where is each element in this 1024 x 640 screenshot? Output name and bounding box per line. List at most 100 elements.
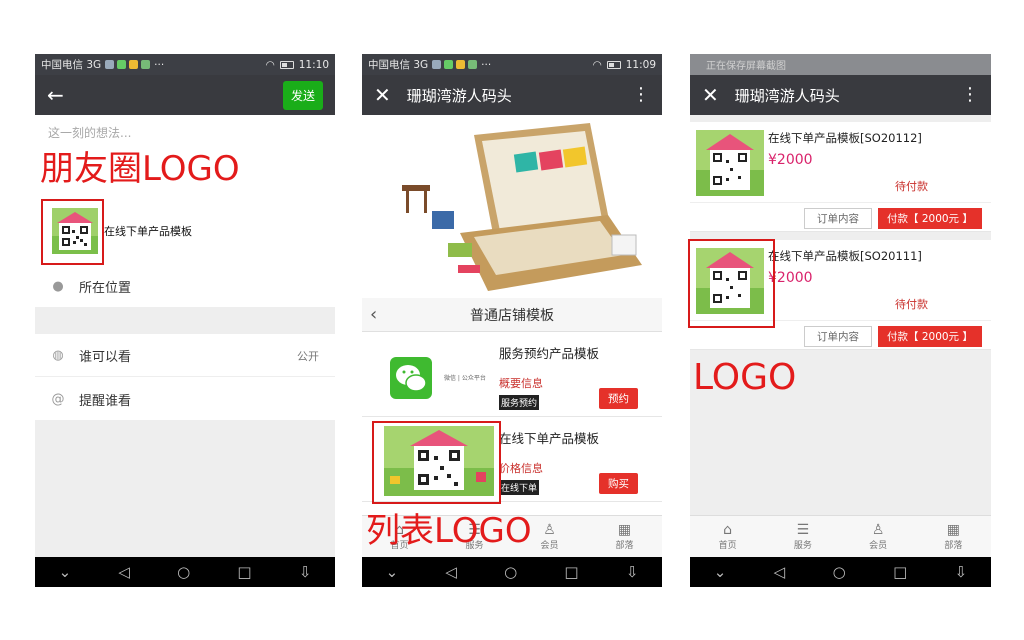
order-card[interactable]: 在线下单产品模板[SO20111] ¥2000 待付款 订单内容 付款【 200… (690, 240, 991, 350)
tab-member[interactable]: ♙ 会员 (540, 523, 558, 551)
tab-tribe[interactable]: ▦ 部落 (944, 523, 962, 551)
tab-tribe[interactable]: ▦ 部落 (615, 523, 633, 551)
visibility-value: 公开 (297, 349, 319, 363)
menu-icon: ☰ (796, 521, 810, 538)
pay-button[interactable]: 付款【 2000元 】 (878, 208, 982, 229)
chevron-down-icon[interactable]: ⌄ (386, 563, 399, 581)
order-status: 待付款 (895, 180, 928, 193)
list-logo-annotation: 列表LOGO (366, 511, 532, 551)
wechat-caption: 微信 | 公众平台 (444, 375, 486, 382)
visibility-label: 谁可以看 (79, 350, 132, 365)
phone-moments-share: 中国电信 3G ··· ◠ 11:10 ← 发送 这一刻的想法... 在线下单产… (35, 54, 335, 587)
product-info: 概要信息 (499, 377, 543, 390)
recents-square-icon[interactable]: □ (564, 563, 578, 581)
title-bar: ← 发送 (35, 75, 335, 115)
notification-down-icon[interactable]: ⇩ (626, 563, 639, 581)
remind-label: 提醒谁看 (79, 393, 132, 409)
remind-row[interactable]: @ 提醒谁看 (35, 378, 335, 420)
phone-shop-list: 中国电信 3G ··· ◠ 11:09 ✕ 珊瑚湾游人码头 ⋮ ‹ 普通店铺模板… (362, 54, 662, 587)
notification-icons (105, 60, 151, 69)
clock: 11:10 (298, 58, 329, 71)
battery-icon (606, 60, 621, 69)
buy-button[interactable]: 购买 (599, 473, 638, 494)
grid-icon: ▦ (617, 521, 632, 538)
recents-square-icon[interactable]: □ (893, 563, 907, 581)
at-icon: @ (51, 391, 65, 407)
shop-title: 普通店铺模板 (470, 307, 554, 324)
product-name: 在线下单产品模板 (499, 431, 600, 446)
android-nav-bar: ⌄ ◁ ○ □ ⇩ (35, 557, 335, 587)
title-bar: ✕ 珊瑚湾游人码头 ⋮ (690, 75, 991, 115)
order-status: 待付款 (895, 298, 928, 311)
list-item[interactable]: 在线下单产品模板 价格信息 在线下单 购买 (362, 418, 662, 502)
pay-button[interactable]: 付款【 2000元 】 (878, 326, 982, 347)
shared-link-card[interactable]: 在线下单产品模板 (52, 208, 192, 254)
page-title: 珊瑚湾游人码头 (734, 86, 840, 105)
back-triangle-icon[interactable]: ◁ (118, 563, 130, 581)
shared-link-title: 在线下单产品模板 (104, 225, 192, 238)
page-title: 珊瑚湾游人码头 (406, 86, 512, 105)
close-icon[interactable]: ✕ (702, 85, 719, 105)
product-logo-thumbnail (696, 130, 764, 196)
send-button[interactable]: 发送 (282, 80, 323, 110)
back-triangle-icon[interactable]: ◁ (445, 563, 457, 581)
more-vertical-icon[interactable]: ⋮ (961, 86, 979, 104)
book-button[interactable]: 预约 (599, 388, 638, 409)
order-detail-button[interactable]: 订单内容 (804, 326, 872, 347)
order-logo-annotation: LOGO (693, 357, 797, 398)
battery-icon (279, 60, 294, 69)
clock: 11:09 (625, 58, 656, 71)
arrow-left-icon[interactable]: ← (47, 85, 64, 105)
more-dots: ··· (154, 58, 165, 71)
notification-down-icon[interactable]: ⇩ (955, 563, 968, 581)
chevron-down-icon[interactable]: ⌄ (714, 563, 727, 581)
tab-member[interactable]: ♙ 会员 (869, 523, 887, 551)
more-vertical-icon[interactable]: ⋮ (632, 86, 650, 104)
screenshot-saving-notice: 正在保存屏幕截图 (706, 61, 786, 72)
location-row[interactable]: ● 所在位置 (35, 265, 335, 307)
notification-icons (432, 60, 478, 69)
divider (690, 320, 991, 321)
home-circle-icon[interactable]: ○ (504, 563, 517, 581)
order-price: ¥2000 (768, 152, 813, 168)
recents-square-icon[interactable]: □ (237, 563, 251, 581)
list-item[interactable]: 微信 | 公众平台 服务预约产品模板 概要信息 服务预约 预约 (362, 333, 662, 417)
shop-header: ‹ 普通店铺模板 (362, 298, 662, 332)
bottom-tab-bar: ⌂ 首页 ☰ 服务 ♙ 会员 ▦ 部落 (690, 515, 991, 557)
location-label: 所在位置 (79, 280, 132, 296)
globe-icon: ◍ (52, 348, 64, 363)
product-name: 服务预约产品模板 (499, 346, 600, 361)
back-triangle-icon[interactable]: ◁ (774, 563, 786, 581)
product-tag: 服务预约 (499, 395, 540, 410)
moments-logo-annotation: 朋友圈LOGO (40, 149, 240, 189)
home-circle-icon[interactable]: ○ (833, 563, 846, 581)
wifi-icon: ◠ (265, 58, 275, 71)
android-nav-bar: ⌄ ◁ ○ □ ⇩ (690, 557, 991, 587)
home-icon: ⌂ (723, 521, 733, 538)
order-price: ¥2000 (768, 270, 813, 286)
status-bar: 中国电信 3G ··· ◠ 11:10 (35, 54, 335, 75)
chevron-down-icon[interactable]: ⌄ (59, 563, 72, 581)
section-divider (690, 115, 991, 122)
notification-down-icon[interactable]: ⇩ (299, 563, 312, 581)
order-card[interactable]: 在线下单产品模板[SO20112] ¥2000 待付款 订单内容 付款【 200… (690, 122, 991, 232)
chevron-left-icon[interactable]: ‹ (370, 304, 377, 325)
product-logo-thumbnail (52, 208, 98, 254)
tab-services[interactable]: ☰ 服务 (794, 523, 812, 551)
order-detail-button[interactable]: 订单内容 (804, 208, 872, 229)
grid-icon: ▦ (946, 521, 960, 538)
home-circle-icon[interactable]: ○ (177, 563, 190, 581)
section-divider (35, 307, 335, 334)
product-logo-thumbnail (696, 248, 764, 314)
order-title: 在线下单产品模板[SO20111] (768, 249, 922, 263)
close-icon[interactable]: ✕ (374, 85, 391, 105)
product-info: 价格信息 (499, 462, 543, 475)
user-icon: ♙ (871, 521, 885, 538)
shop-banner-image (362, 115, 662, 298)
status-bar: 中国电信 3G ··· ◠ 11:09 (362, 54, 662, 75)
visibility-row[interactable]: ◍ 谁可以看 公开 (35, 335, 335, 377)
user-icon: ♙ (543, 521, 556, 538)
thoughts-input[interactable]: 这一刻的想法... (48, 124, 131, 141)
tab-home[interactable]: ⌂ 首页 (719, 523, 737, 551)
empty-area (35, 420, 335, 557)
